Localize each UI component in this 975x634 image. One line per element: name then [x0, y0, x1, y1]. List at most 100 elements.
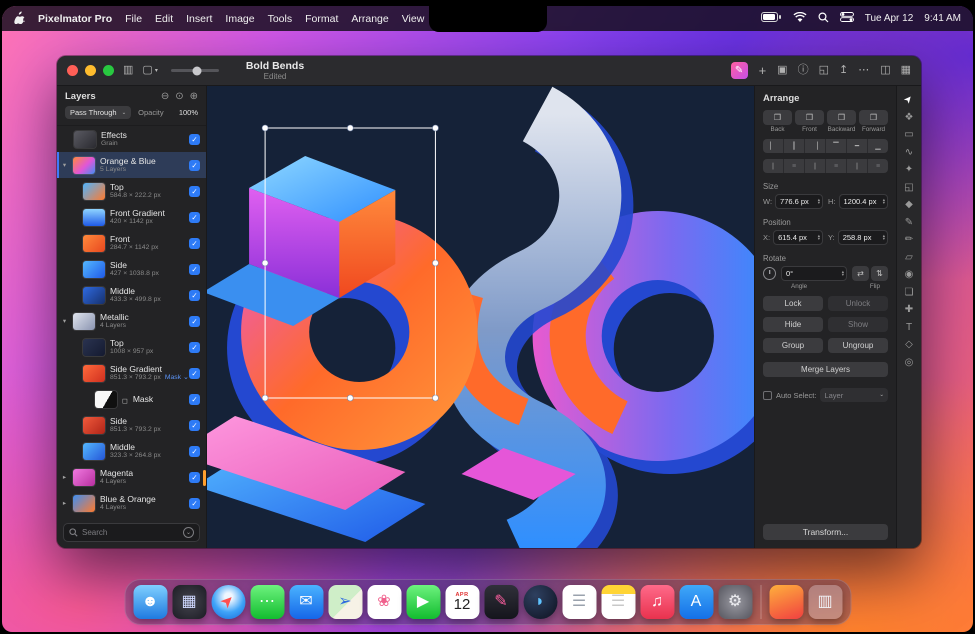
flip-vertical-icon[interactable]: ⇅ — [871, 266, 888, 281]
layer-thumbnail[interactable] — [74, 131, 96, 148]
arrow-tool[interactable]: ➤ — [902, 94, 915, 107]
menu-bar-time[interactable]: 9:41 AM — [924, 13, 961, 24]
layer-thumbnail[interactable] — [83, 183, 105, 200]
rotate-knob[interactable] — [763, 267, 776, 280]
distribute-icon[interactable]: ∥ — [763, 159, 784, 173]
layer-row[interactable]: Side Gradient 851.3 × 793.2 px Mask ⌄ — [57, 360, 206, 386]
layer-visibility-checkbox[interactable] — [189, 212, 200, 223]
layer-row[interactable]: ▸ Magenta 4 Layers — [57, 464, 206, 490]
canvas-area[interactable] — [207, 86, 754, 548]
layer-row[interactable]: Middle 323.3 × 264.8 px — [57, 438, 206, 464]
layer-order-icon[interactable]: ❒ — [795, 110, 824, 125]
battery-icon[interactable] — [761, 12, 782, 25]
marquee-tool[interactable]: ▭ — [904, 130, 913, 140]
layer-order-icon[interactable]: ❒ — [763, 110, 792, 125]
window-titlebar[interactable]: ▥ ▢ ▾ Bold Bends Edited ✎ + ▣ⓘ◱↥⋯ — [57, 56, 921, 86]
group-button[interactable]: Group — [763, 338, 823, 353]
distribute-icon[interactable]: ∥ — [805, 159, 826, 173]
distribute-icon[interactable]: ≡ — [784, 159, 805, 173]
layer-visibility-checkbox[interactable] — [189, 368, 200, 379]
auto-select-checkbox[interactable] — [763, 391, 772, 400]
dock-system-settings[interactable]: ⚙ — [718, 585, 752, 619]
color-adjustments-icon[interactable]: ✎ — [731, 62, 748, 79]
export-icon[interactable]: ↥ — [839, 65, 848, 76]
layer-order-icon[interactable]: ❒ — [827, 110, 856, 125]
layer-row[interactable]: Middle 433.3 × 499.8 px — [57, 282, 206, 308]
dock-launchpad[interactable]: ▦ — [172, 585, 206, 619]
lasso-tool[interactable]: ∿ — [905, 148, 913, 158]
dock-gradient-file[interactable] — [769, 585, 803, 619]
disclosure-chevron-icon[interactable]: ▸ — [61, 473, 68, 481]
menu-item[interactable]: File — [125, 13, 142, 25]
heal-tool[interactable]: ✚ — [905, 305, 913, 315]
layer-row[interactable]: Top 1008 × 957 px — [57, 334, 206, 360]
layer-thumbnail[interactable] — [73, 495, 95, 512]
layer-row[interactable]: ▾ Orange & Blue 5 Layers — [57, 152, 206, 178]
hide-button[interactable]: Hide — [763, 317, 823, 332]
sidebar-toggle-icon[interactable]: ▥ — [123, 65, 133, 76]
stepper-icon[interactable]: ▴▾ — [816, 235, 820, 241]
layer-visibility-checkbox[interactable] — [189, 498, 200, 509]
disclosure-chevron-icon[interactable]: ▸ — [61, 499, 68, 507]
dock-messages[interactable]: ⋯ — [250, 585, 284, 619]
layer-row[interactable]: Side 427 × 1038.8 px — [57, 256, 206, 282]
stepper-icon[interactable]: ▴▾ — [816, 199, 820, 205]
merge-layers-button[interactable]: Merge Layers — [763, 362, 888, 377]
disclosure-chevron-icon[interactable]: ▾ — [61, 317, 68, 325]
disclosure-chevron-icon[interactable]: ▾ — [61, 161, 68, 169]
clone-tool[interactable]: ❏ — [905, 288, 914, 298]
order-button[interactable]: ❒ Backward — [827, 110, 856, 133]
position-field[interactable]: 258.8 px ▴▾ — [838, 230, 888, 245]
dock-notes[interactable]: ☰ — [601, 585, 635, 619]
position-field[interactable]: 615.4 px ▴▾ — [773, 230, 823, 245]
menu-item[interactable]: Pixelmator Pro — [38, 13, 112, 25]
layer-settings-icon[interactable]: ⊙ — [175, 91, 183, 102]
layer-row[interactable]: ▸ Blue & Orange 4 Layers — [57, 490, 206, 516]
menu-bar-date[interactable]: Tue Apr 12 — [865, 13, 914, 24]
dock-calendar[interactable]: APR 12 — [445, 585, 479, 619]
menu-item[interactable]: Tools — [268, 13, 293, 25]
layer-thumbnail[interactable] — [83, 443, 105, 460]
format-sidebar-icon[interactable]: ◫ — [880, 65, 890, 76]
pencil-tool[interactable]: ✏ — [905, 235, 913, 245]
remove-layer-icon[interactable]: ⊖ — [161, 91, 169, 102]
align-icon[interactable]: ▁ — [868, 139, 888, 153]
layer-visibility-checkbox[interactable] — [189, 472, 200, 483]
layer-visibility-checkbox[interactable] — [189, 420, 200, 431]
canvas-artwork[interactable] — [207, 86, 754, 548]
stepper-icon[interactable]: ▴▾ — [881, 199, 885, 205]
align-icon[interactable]: ▏ — [763, 139, 784, 153]
opacity-value[interactable]: 100% — [179, 108, 198, 117]
hide-button[interactable]: Show — [828, 317, 888, 332]
align-icon[interactable]: ▔ — [826, 139, 847, 153]
wifi-icon[interactable] — [793, 12, 807, 26]
layer-thumbnail[interactable] — [83, 417, 105, 434]
menu-item[interactable]: Format — [305, 13, 338, 25]
auto-select-dropdown[interactable]: Layer ⌄ — [820, 388, 888, 402]
eyedropper-tool[interactable]: ◆ — [905, 200, 913, 210]
menu-item[interactable]: View — [402, 13, 425, 25]
layer-thumbnail[interactable] — [83, 261, 105, 278]
align-icon[interactable]: ▕ — [805, 139, 826, 153]
blend-mode-dropdown[interactable]: Pass Through ⌄ — [65, 106, 131, 119]
search-input[interactable] — [82, 528, 179, 537]
menu-item[interactable]: Edit — [155, 13, 173, 25]
search-filter-icon[interactable]: ⌄ — [183, 527, 194, 538]
layer-thumbnail[interactable] — [73, 313, 95, 330]
dock-safari[interactable]: ➤ — [211, 585, 245, 619]
menu-item[interactable]: Image — [225, 13, 254, 25]
layer-visibility-checkbox[interactable] — [189, 186, 200, 197]
photo-browser-icon[interactable]: ▣ — [777, 65, 787, 76]
flip-horizontal-icon[interactable]: ⇄ — [852, 266, 869, 281]
shapes-tool[interactable]: ◇ — [905, 340, 913, 350]
dock-photos[interactable]: ❀ — [367, 585, 401, 619]
layer-thumbnail[interactable] — [73, 157, 95, 174]
layer-order-icon[interactable]: ❒ — [859, 110, 888, 125]
align-icon[interactable]: ┃ — [784, 139, 805, 153]
dock-reminders[interactable]: ☰ — [562, 585, 596, 619]
size-field[interactable]: 1200.4 px ▴▾ — [839, 194, 889, 209]
crop-tool[interactable]: ◱ — [904, 183, 913, 193]
dock-pixelmator-pro[interactable]: ✎ — [484, 585, 518, 619]
layer-visibility-checkbox[interactable] — [189, 394, 200, 405]
layer-row[interactable]: Mask — [57, 386, 206, 412]
